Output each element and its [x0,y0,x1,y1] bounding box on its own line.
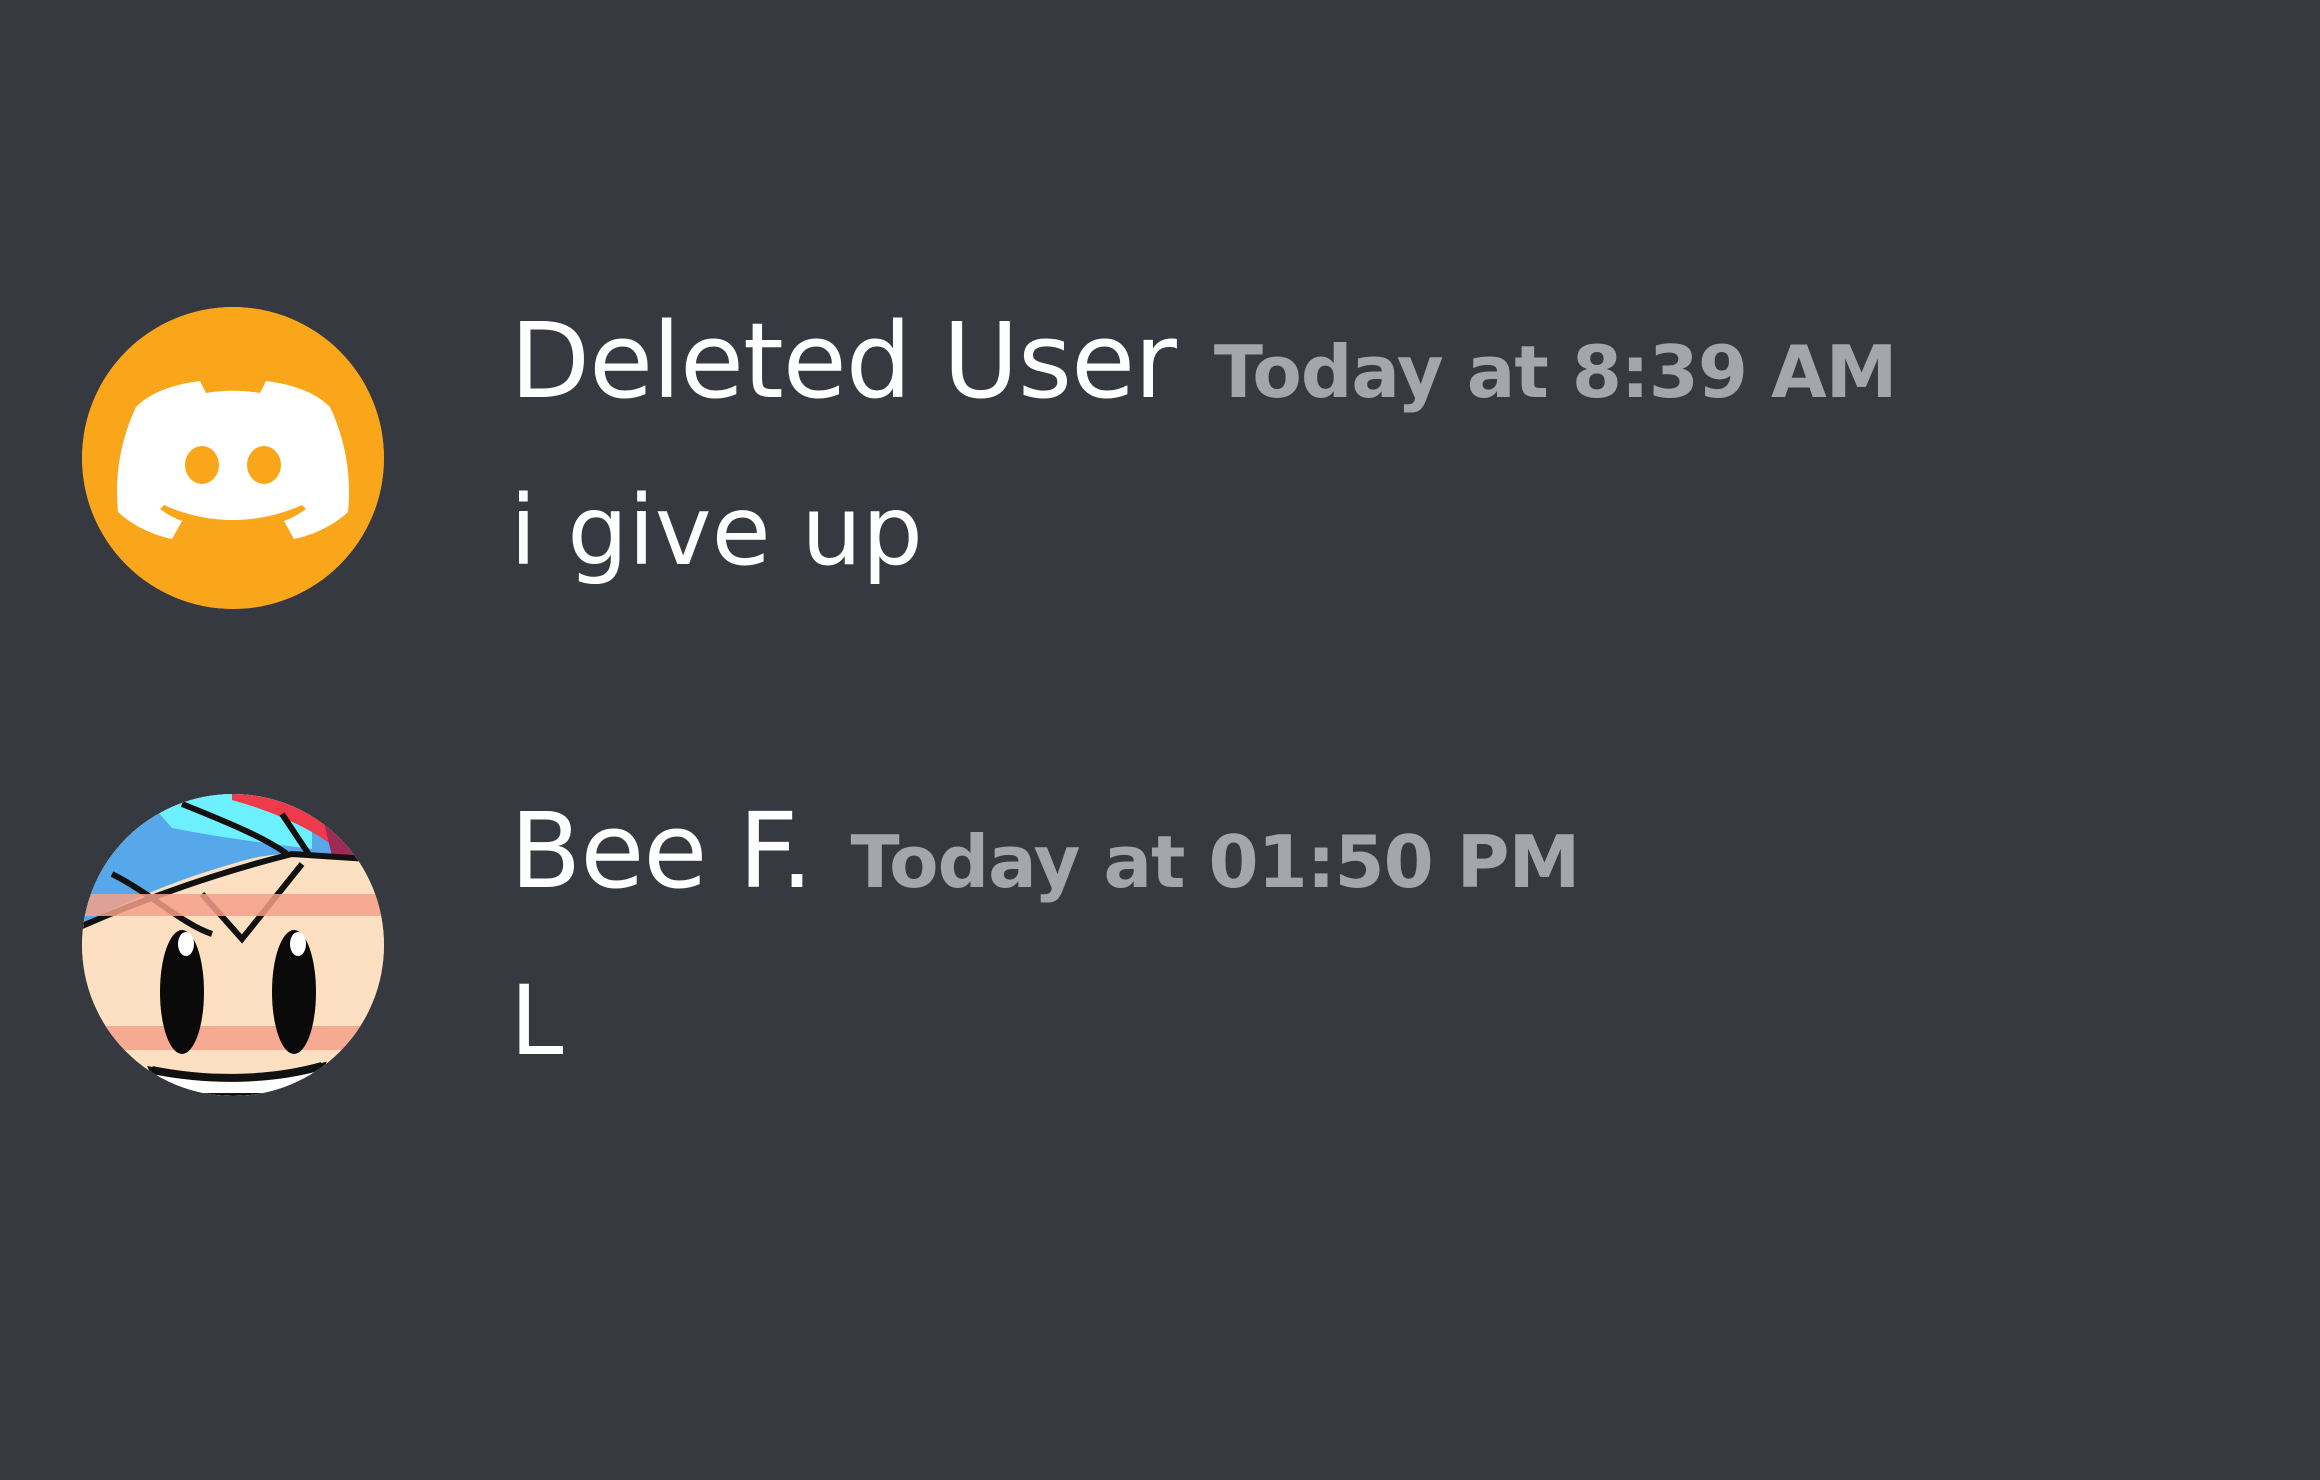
timestamp: Today at 01:50 PM [850,820,1581,904]
message-header: Bee F. Today at 01:50 PM [510,790,1581,912]
message-item: Bee F. Today at 01:50 PM L [0,790,2320,1110]
message-content: i give up [510,475,923,587]
chat-view: Deleted User Today at 8:39 AM i give up [0,0,2320,1480]
username[interactable]: Deleted User [510,300,1177,422]
discord-logo-icon [82,307,384,609]
username[interactable]: Bee F. [510,790,814,912]
avatar[interactable] [82,307,384,609]
message-content: L [510,965,564,1077]
cartoon-character-face [82,794,384,1096]
avatar[interactable] [82,794,384,1096]
message-header: Deleted User Today at 8:39 AM [510,300,1898,422]
timestamp: Today at 8:39 AM [1213,330,1898,414]
message-item: Deleted User Today at 8:39 AM i give up [0,300,2320,620]
